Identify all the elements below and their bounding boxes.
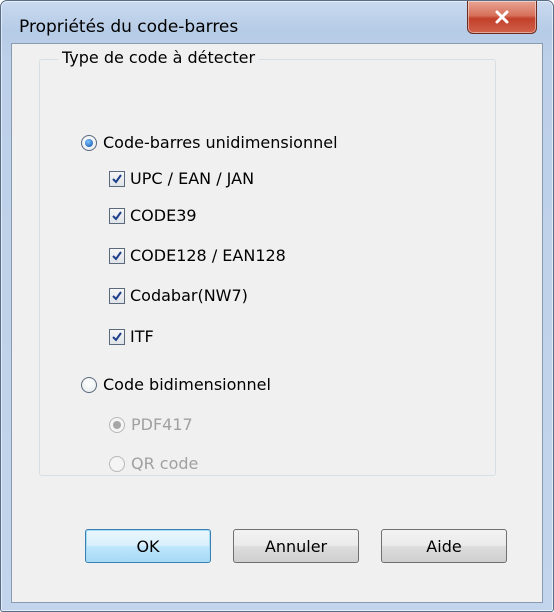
radio-pdf417: PDF417 xyxy=(109,415,193,434)
checkbox-upc-ean-jan[interactable]: UPC / EAN / JAN xyxy=(109,169,254,188)
title-bar[interactable]: Propriétés du code-barres xyxy=(1,1,553,45)
radio-qr-label: QR code xyxy=(131,454,199,473)
checkmark-icon xyxy=(112,290,122,301)
radio-indicator xyxy=(109,416,125,433)
checkbox-indicator[interactable] xyxy=(109,328,125,345)
radio-indicator xyxy=(109,455,125,472)
checkmark-icon xyxy=(112,250,122,261)
checkbox-code128-ean128[interactable]: CODE128 / EAN128 xyxy=(109,246,286,265)
radio-2d-code[interactable]: Code bidimensionnel xyxy=(81,375,271,394)
close-icon xyxy=(495,10,509,24)
checkbox-label: CODE39 xyxy=(130,206,197,225)
code-type-groupbox: Type de code à détecter xyxy=(39,48,496,476)
radio-2d-label: Code bidimensionnel xyxy=(103,375,271,394)
help-button[interactable]: Aide xyxy=(381,529,507,563)
checkbox-indicator[interactable] xyxy=(109,287,125,304)
checkbox-label: UPC / EAN / JAN xyxy=(130,169,255,188)
close-button[interactable] xyxy=(467,1,537,34)
radio-1d-label: Code-barres unidimensionnel xyxy=(103,133,338,152)
checkbox-itf[interactable]: ITF xyxy=(109,327,154,346)
checkmark-icon xyxy=(112,210,122,221)
checkbox-label: Codabar(NW7) xyxy=(130,286,248,305)
radio-indicator[interactable] xyxy=(81,134,97,151)
checkbox-label: ITF xyxy=(130,327,154,346)
checkmark-icon xyxy=(112,331,122,342)
checkbox-label: CODE128 / EAN128 xyxy=(130,246,286,265)
dialog-window: Propriétés du code-barres Type de code à… xyxy=(0,0,554,612)
groupbox-legend: Type de code à détecter xyxy=(58,48,260,67)
radio-qr-code: QR code xyxy=(109,454,198,473)
cancel-button[interactable]: Annuler xyxy=(233,529,359,563)
checkbox-indicator[interactable] xyxy=(109,170,125,187)
checkbox-indicator[interactable] xyxy=(109,247,125,264)
checkbox-code39[interactable]: CODE39 xyxy=(109,206,197,225)
checkbox-indicator[interactable] xyxy=(109,207,125,224)
radio-1d-barcode[interactable]: Code-barres unidimensionnel xyxy=(81,133,338,152)
checkmark-icon xyxy=(112,173,122,184)
checkbox-codabar[interactable]: Codabar(NW7) xyxy=(109,286,248,305)
dialog-title: Propriétés du code-barres xyxy=(19,17,239,37)
radio-pdf417-label: PDF417 xyxy=(131,415,193,434)
radio-indicator[interactable] xyxy=(81,376,97,393)
ok-button[interactable]: OK xyxy=(85,529,211,563)
